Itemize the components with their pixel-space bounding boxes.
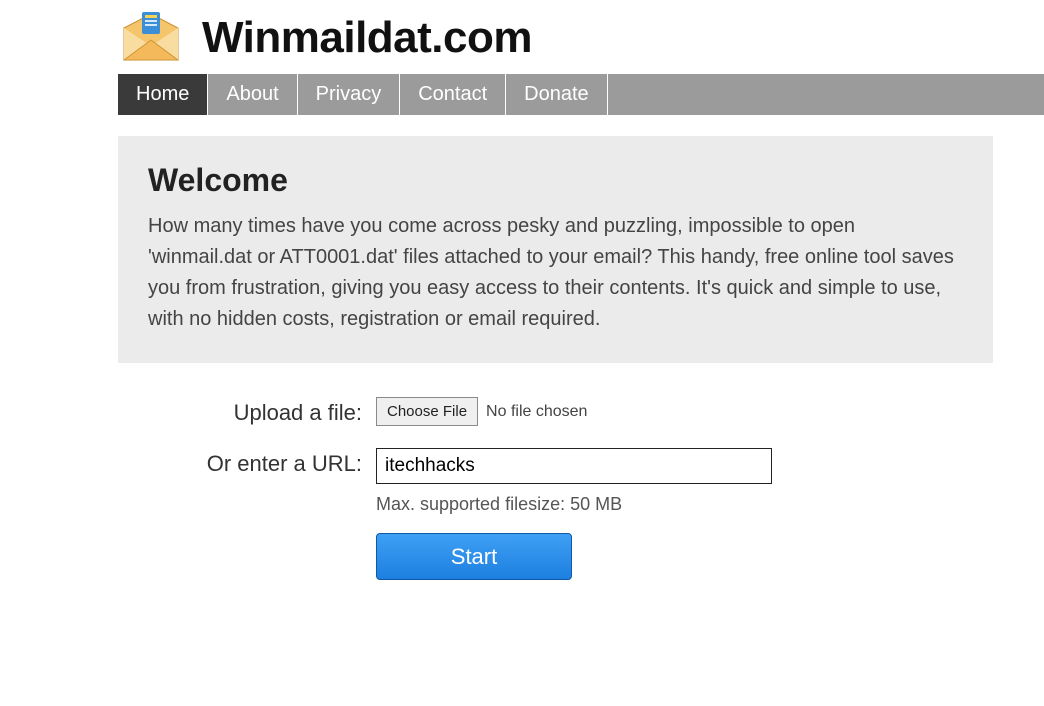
filesize-note: Max. supported filesize: 50 MB bbox=[376, 494, 993, 515]
file-status-text: No file chosen bbox=[486, 403, 587, 421]
envelope-logo-icon bbox=[118, 10, 184, 66]
url-input[interactable] bbox=[376, 448, 772, 484]
choose-file-button[interactable]: Choose File bbox=[376, 397, 478, 426]
welcome-title: Welcome bbox=[148, 162, 963, 199]
navbar: Home About Privacy Contact Donate bbox=[118, 74, 1044, 115]
url-label: Or enter a URL: bbox=[118, 448, 376, 477]
nav-contact[interactable]: Contact bbox=[400, 74, 506, 115]
site-title: Winmaildat.com bbox=[202, 13, 532, 63]
welcome-body: How many times have you come across pesk… bbox=[148, 211, 963, 335]
header: Winmaildat.com bbox=[118, 0, 1044, 74]
nav-privacy[interactable]: Privacy bbox=[298, 74, 401, 115]
nav-home[interactable]: Home bbox=[118, 74, 208, 115]
start-button[interactable]: Start bbox=[376, 533, 572, 580]
upload-file-label: Upload a file: bbox=[118, 397, 376, 426]
nav-donate[interactable]: Donate bbox=[506, 74, 608, 115]
welcome-panel: Welcome How many times have you come acr… bbox=[118, 136, 993, 363]
upload-form: Upload a file: Choose File No file chose… bbox=[118, 397, 993, 580]
nav-about[interactable]: About bbox=[208, 74, 297, 115]
